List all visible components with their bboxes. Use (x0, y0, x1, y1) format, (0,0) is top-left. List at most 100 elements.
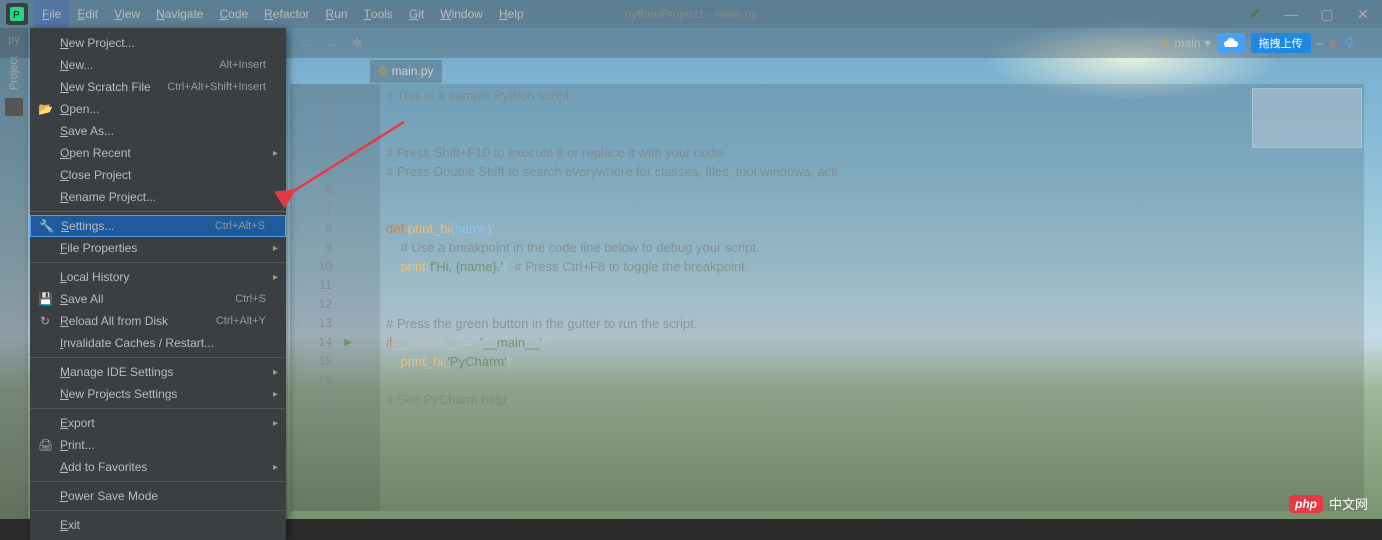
menu-item-label: Open... (60, 102, 99, 116)
run-gutter-icon[interactable]: ▶ (344, 333, 352, 352)
code-line[interactable] (386, 105, 1354, 124)
menu-item-label: Open Recent (60, 146, 131, 160)
menu-separator (30, 481, 286, 482)
code-line[interactable]: if __name__ == '__main__': (386, 333, 1354, 352)
code-line[interactable] (386, 371, 1354, 390)
code-line[interactable]: print(f'Hi, {name}.') # Press Ctrl+F8 to… (386, 257, 1354, 276)
code-line[interactable]: # Press Double Shift to search everywher… (386, 162, 1354, 181)
code-editor[interactable]: 1234567891011121314▶151617 # This is a s… (290, 84, 1364, 511)
menu-item-open[interactable]: 📂 Open... (30, 98, 286, 120)
python-file-icon: ⟐ (378, 64, 387, 79)
close-button[interactable]: ✕ (1354, 6, 1372, 23)
run-config-label: main (1175, 36, 1201, 50)
minimize-button[interactable]: — (1282, 6, 1300, 22)
gutter-line: 10 (290, 257, 332, 276)
menu-item-new-project[interactable]: New Project... (30, 32, 286, 54)
titlebar: P FileEditViewNavigateCodeRefactorRunToo… (0, 0, 1382, 28)
pycharm-icon: P (6, 3, 28, 25)
menu-item-power-save-mode[interactable]: Power Save Mode (30, 485, 286, 507)
watermark-text: 中文网 (1329, 494, 1368, 513)
menu-item-rename-project[interactable]: Rename Project... (30, 186, 286, 208)
cloud-icon[interactable] (1217, 33, 1245, 53)
menu-item-reload-all-from-disk[interactable]: ↻Reload All from DiskCtrl+Alt+Y (30, 310, 286, 332)
code-line[interactable] (386, 200, 1354, 219)
menu-item-label: New Scratch File (60, 80, 151, 94)
menu-run[interactable]: Run (318, 0, 356, 28)
menu-item-open-recent[interactable]: Open Recent ▸ (30, 142, 286, 164)
menu-item-settings[interactable]: 🔧Settings...Ctrl+Alt+S (30, 215, 286, 237)
forward-icon[interactable]: → (326, 36, 338, 50)
settings-icon[interactable]: ✻ (352, 36, 362, 50)
menu-refactor[interactable]: Refactor (256, 0, 317, 28)
menu-help[interactable]: Help (491, 0, 532, 28)
code-line[interactable]: def print_hi(name): (386, 219, 1354, 238)
structure-icon[interactable] (5, 98, 23, 116)
editor-minimap[interactable] (1252, 88, 1362, 148)
menu-item-close-project[interactable]: Close Project (30, 164, 286, 186)
menu-item-new-projects-settings[interactable]: New Projects Settings▸ (30, 383, 286, 405)
menu-item-print[interactable]: 🖨Print... (30, 434, 286, 456)
submenu-arrow-icon: ▸ (273, 389, 278, 400)
menu-item-label: Save All (60, 292, 103, 306)
code-line[interactable]: # Press the green button in the gutter t… (386, 314, 1354, 333)
gutter-line: 8 (290, 219, 332, 238)
code-line[interactable]: # See PyCharm help (386, 390, 1354, 409)
back-icon[interactable]: ← (300, 36, 312, 50)
menu-item-label: Invalidate Caches / Restart... (60, 336, 214, 350)
code-line[interactable] (386, 295, 1354, 314)
code-line[interactable] (386, 181, 1354, 200)
editor-tab-main[interactable]: ⟐ main.py (370, 60, 442, 83)
menu-item-new-scratch-file[interactable]: New Scratch FileCtrl+Alt+Shift+Insert (30, 76, 286, 98)
menu-item-label: Add to Favorites (60, 460, 147, 474)
menu-item-save-all[interactable]: 💾Save AllCtrl+S (30, 288, 286, 310)
menu-item-label: Reload All from Disk (60, 314, 168, 328)
menu-item-add-to-favorites[interactable]: Add to Favorites▸ (30, 456, 286, 478)
menu-item-label: Print... (60, 438, 95, 452)
gutter-line: 14▶ (290, 333, 332, 352)
dropdown-arrow-icon: ▾ (1205, 36, 1211, 50)
menu-item-new[interactable]: New...Alt+Insert (30, 54, 286, 76)
gutter-line: 1 (290, 86, 332, 105)
menu-view[interactable]: View (106, 0, 148, 28)
svg-text:P: P (13, 10, 20, 21)
menu-item-save-as[interactable]: Save As... (30, 120, 286, 142)
code-line[interactable]: # Press Shift+F10 to execute it or repla… (386, 143, 1354, 162)
stop-icon[interactable]: ■ (1329, 35, 1337, 51)
maximize-button[interactable]: ▢ (1318, 6, 1336, 23)
menu-item-label: Settings... (61, 219, 114, 233)
menu-window[interactable]: Window (432, 0, 491, 28)
menu-item-shortcut: Ctrl+Alt+Y (216, 315, 266, 327)
file-menu-dropdown: New Project...New...Alt+InsertNew Scratc… (30, 28, 286, 540)
separator: – (1317, 36, 1324, 50)
menu-item-exit[interactable]: Exit (30, 514, 286, 536)
menu-item-export[interactable]: Export▸ (30, 412, 286, 434)
code-line[interactable]: print_hi('PyCharm') (386, 352, 1354, 371)
menu-item-local-history[interactable]: Local History▸ (30, 266, 286, 288)
menu-code[interactable]: Code (211, 0, 256, 28)
upload-button[interactable]: 拖拽上传 (1251, 33, 1311, 53)
project-toolwindow-tab[interactable]: Project (8, 56, 20, 90)
gutter-line: 16 (290, 371, 332, 390)
menu-git[interactable]: Git (401, 0, 432, 28)
menu-edit[interactable]: Edit (69, 0, 106, 28)
gutter-line: 15 (290, 352, 332, 371)
left-tool-strip: py Project (0, 28, 28, 519)
code-line[interactable] (386, 276, 1354, 295)
editor-code[interactable]: # This is a sample Python script. # Pres… (386, 86, 1354, 409)
menu-item-manage-ide-settings[interactable]: Manage IDE Settings▸ (30, 361, 286, 383)
menu-item-icon: 📂 (38, 102, 52, 116)
menu-tools[interactable]: Tools (356, 0, 401, 28)
menu-item-file-properties[interactable]: File Properties▸ (30, 237, 286, 259)
submenu-arrow-icon: ▸ (273, 367, 278, 378)
code-line[interactable]: # Use a breakpoint in the code line belo… (386, 238, 1354, 257)
menu-item-invalidate-caches-restart[interactable]: Invalidate Caches / Restart... (30, 332, 286, 354)
code-line[interactable]: # This is a sample Python script. (386, 86, 1354, 105)
menu-navigate[interactable]: Navigate (148, 0, 211, 28)
submenu-arrow-icon: ▸ (273, 148, 278, 159)
menu-file[interactable]: File (34, 0, 69, 28)
code-line[interactable] (386, 124, 1354, 143)
menu-item-label: Save As... (60, 124, 114, 138)
search-icon[interactable]: ⚲ (1344, 35, 1354, 52)
run-config-selector[interactable]: ⟐ main ▾ (1161, 36, 1211, 51)
more-icon[interactable]: ⋮ (1360, 35, 1374, 52)
